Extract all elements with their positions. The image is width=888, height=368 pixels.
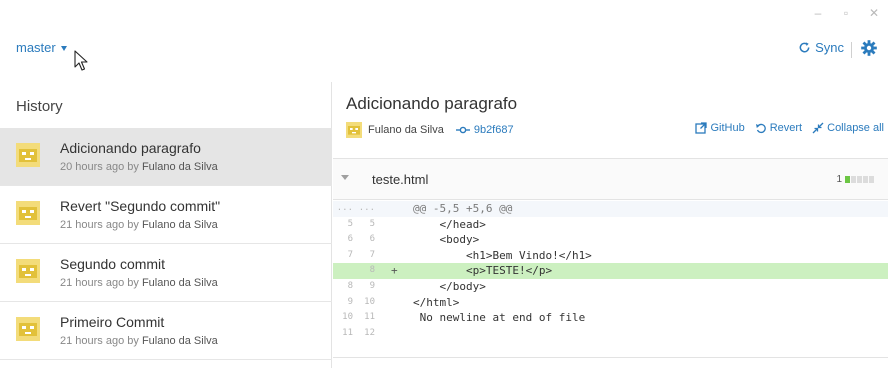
commit-author: Fulano da Silva	[141, 277, 218, 289]
commit-item[interactable]: Revert "Segundo commit" 21 hours ago by …	[0, 186, 332, 244]
window-controls: – ▫ ✕	[812, 6, 880, 20]
commit-icon	[455, 126, 470, 134]
old-line-number: 11	[342, 327, 353, 338]
github-button[interactable]: GitHub	[695, 122, 745, 134]
history-title: History	[16, 98, 63, 115]
commit-item[interactable]: Primeiro Commit 21 hours ago by Fulano d…	[0, 302, 332, 360]
commit-author: Fulano da Silva	[141, 335, 218, 347]
collapse-all-label: Collapse all	[827, 122, 884, 134]
diff-view: ...... @@ -5,5 +5,6 @@ 5 5 </head> 6 6 <body>…	[333, 201, 888, 341]
avatar	[16, 201, 40, 225]
top-bar: master Sync	[0, 36, 888, 71]
old-line-number: 9	[347, 296, 353, 307]
diffstat-bar	[845, 176, 874, 183]
new-line-number: 6	[369, 234, 375, 245]
diff-line: 5 5 </head>	[333, 217, 888, 233]
toolbar-divider	[851, 42, 852, 58]
new-line-number: 11	[364, 312, 375, 323]
diff-code: </html>	[413, 295, 460, 309]
file-change-stat: 1	[836, 174, 874, 185]
close-icon[interactable]: ✕	[868, 6, 880, 20]
old-line-number: 7	[347, 249, 353, 260]
chevron-down-icon[interactable]	[341, 175, 349, 180]
mouse-cursor-icon	[74, 50, 88, 71]
new-line-number: 10	[364, 296, 375, 307]
commit-meta: 20 hours ago by Fulano da Silva	[60, 161, 218, 173]
commit-meta: 21 hours ago by Fulano da Silva	[60, 219, 218, 231]
revert-button[interactable]: Revert	[755, 122, 802, 134]
history-pane: History Adicionando paragrafo 20 hours a…	[0, 82, 332, 368]
github-label: GitHub	[710, 122, 745, 134]
avatar	[16, 259, 40, 283]
diff-line: 11 12	[333, 326, 888, 342]
commit-sha: 9b2f687	[473, 124, 514, 136]
minimize-icon[interactable]: –	[812, 6, 824, 20]
commit-author: Fulano da Silva	[141, 219, 218, 231]
diff-sign: +	[391, 264, 398, 278]
commit-item[interactable]: Adicionando paragrafo 20 hours ago by Fu…	[0, 128, 332, 186]
new-line-number: ...	[358, 203, 375, 213]
old-line-number: ...	[336, 203, 353, 213]
new-line-number: 8	[369, 265, 375, 276]
branch-selector[interactable]: master	[16, 40, 67, 55]
commit-author: Fulano da Silva	[141, 161, 218, 173]
old-line-number: 5	[347, 218, 353, 229]
sync-icon	[799, 42, 810, 53]
commit-sha-link[interactable]: 9b2f687	[455, 124, 514, 136]
commit-title: Segundo commit	[60, 256, 166, 272]
commit-title: Adicionando paragrafo	[60, 140, 201, 156]
sync-button[interactable]: Sync	[798, 40, 844, 55]
gear-icon[interactable]	[860, 39, 878, 57]
commit-item[interactable]: Segundo commit 21 hours ago by Fulano da…	[0, 244, 332, 302]
avatar	[16, 143, 40, 167]
diff-divider	[333, 357, 888, 358]
new-line-number: 12	[364, 327, 375, 338]
new-line-number: 7	[369, 249, 375, 260]
maximize-icon[interactable]: ▫	[840, 6, 852, 20]
file-name: teste.html	[372, 172, 429, 187]
commit-title: Revert "Segundo commit"	[60, 198, 221, 214]
diff-code: </body>	[413, 279, 486, 293]
avatar	[346, 122, 362, 138]
commit-author: Fulano da Silva	[368, 124, 444, 136]
external-link-icon	[695, 122, 708, 134]
avatar	[16, 317, 40, 341]
old-line-number: 8	[347, 280, 353, 291]
diff-line: 7 7 <h1>Bem Vindo!</h1>	[333, 248, 888, 264]
revert-icon	[755, 123, 766, 134]
commit-detail-pane: Adicionando paragrafo Fulano da Silva 9b…	[333, 82, 888, 368]
diff-hunk-header: ...... @@ -5,5 +5,6 @@	[333, 201, 888, 217]
diff-code: </head>	[413, 217, 486, 231]
commit-detail-title: Adicionando paragrafo	[346, 94, 518, 113]
commit-title: Primeiro Commit	[60, 314, 165, 330]
additions-count: 1	[836, 174, 842, 185]
diff-line: 9 10 </html>	[333, 295, 888, 311]
commit-list: Adicionando paragrafo 20 hours ago by Fu…	[0, 128, 332, 360]
diff-code: <h1>Bem Vindo!</h1>	[413, 248, 592, 262]
collapse-all-button[interactable]: Collapse all	[812, 122, 884, 134]
commit-meta: 21 hours ago by Fulano da Silva	[60, 335, 218, 347]
old-line-number: 10	[342, 312, 353, 323]
revert-label: Revert	[769, 122, 803, 134]
diff-code: <p>TESTE!</p>	[413, 264, 553, 278]
chevron-down-icon	[60, 45, 67, 51]
sync-label: Sync	[815, 40, 844, 55]
file-header[interactable]: teste.html 1	[333, 158, 888, 200]
diff-code: <body>	[413, 233, 480, 247]
old-line-number: 6	[347, 234, 353, 245]
collapse-icon	[812, 122, 824, 134]
diff-code: No newline at end of file	[413, 311, 586, 325]
commit-author-row: Fulano da Silva 9b2f687	[346, 122, 514, 138]
diff-line: 6 6 <body>	[333, 232, 888, 248]
commit-actions: GitHub Revert Collapse all	[695, 122, 884, 134]
new-line-number: 5	[369, 218, 375, 229]
diff-line: 10 11 No newline at end of file	[333, 310, 888, 326]
diff-line-added: 8 + <p>TESTE!</p>	[333, 263, 888, 279]
diff-code: @@ -5,5 +5,6 @@	[413, 202, 513, 215]
branch-label: master	[16, 40, 56, 55]
new-line-number: 9	[369, 280, 375, 291]
diff-line: 8 9 </body>	[333, 279, 888, 295]
commit-meta: 21 hours ago by Fulano da Silva	[60, 277, 218, 289]
